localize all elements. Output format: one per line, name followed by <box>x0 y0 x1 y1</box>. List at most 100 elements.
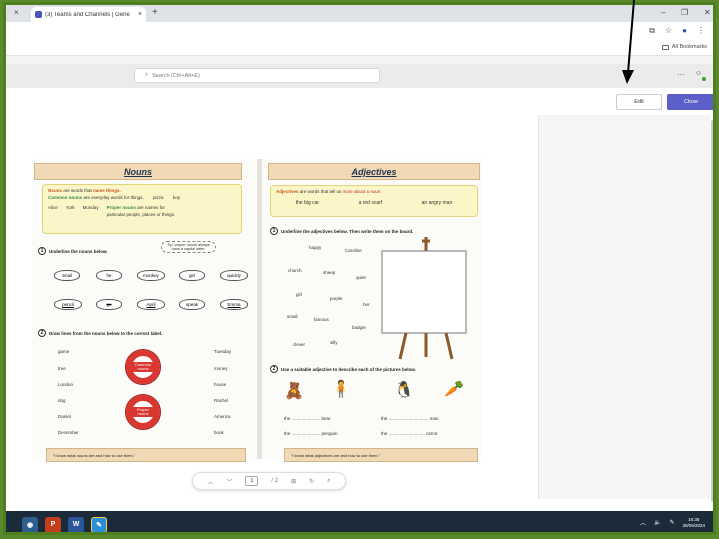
left-word: Daniel <box>58 414 71 419</box>
search-icon: ⌕ <box>145 72 149 78</box>
adjective-word: church <box>288 268 302 273</box>
page-number-input[interactable]: 1 <box>245 476 259 486</box>
noun-bubble: Snail <box>54 270 80 281</box>
teams-favicon-icon <box>35 11 42 18</box>
nouns-footer: "I know what nouns are and how to use th… <box>46 448 246 462</box>
proper-example-1: Alice <box>48 205 58 211</box>
menu-kebab-icon[interactable]: ⋮ <box>697 26 705 36</box>
nouns-tip: Tip: proper nouns always have a capital … <box>161 241 216 253</box>
pen-icon[interactable]: ✎ <box>669 519 674 526</box>
cast-icon[interactable]: ⧉ <box>649 26 655 36</box>
adjective-word: famous <box>314 317 329 322</box>
adj-answer-line: the ....................... bear <box>284 416 331 421</box>
noun-bubble: speak <box>179 299 205 310</box>
noun-bubble: go <box>96 299 122 310</box>
adjective-word: Caroline <box>345 248 362 253</box>
right-word: Tuesday <box>214 349 232 354</box>
adjective-word: badger <box>352 325 367 330</box>
right-word: house <box>214 382 227 387</box>
maximize-button[interactable]: ❐ <box>681 8 688 17</box>
teams-header: ⌕ Search (Ctrl+Alt+E) ··· ☺ <box>6 64 713 88</box>
tab-close-icon[interactable]: × <box>138 11 142 18</box>
browser-tab-teams[interactable]: (3) Teams and Channels | Gene × <box>31 7 146 22</box>
zoom-icon[interactable]: ⌕ <box>327 478 330 485</box>
all-bookmarks-label: All Bookmarks <box>671 44 707 50</box>
common-nouns-lifebuoy: Common nouns <box>125 349 161 385</box>
adjective-word: her <box>363 302 370 307</box>
adj-answer-line: the ............................. carrot <box>381 431 438 436</box>
chrome-app-icon[interactable]: ◉ <box>22 516 38 532</box>
adj-answer-line: the ................................ man <box>381 416 439 421</box>
q1-number: 1 <box>38 247 46 255</box>
noun-bubble: Emma <box>220 299 248 310</box>
nouns-q2: 2 Draw lines from the nouns below to the… <box>38 329 162 337</box>
ring-label: Common nouns <box>132 361 154 373</box>
adjective-word: girl <box>296 292 303 297</box>
q2-number: 2 <box>38 329 46 337</box>
edit-button[interactable]: Edit <box>616 94 662 110</box>
tab-search-icon[interactable]: × <box>14 8 19 17</box>
common-nouns-text: are everyday words for things. <box>82 194 144 200</box>
bookmark-star-icon[interactable]: ☆ <box>665 26 672 36</box>
nouns-def-text: are words that <box>62 188 94 193</box>
search-input[interactable]: ⌕ Search (Ctrl+Alt+E) <box>134 68 380 83</box>
ring-label: Proper nouns <box>132 406 154 418</box>
noun-bubble: girl <box>179 270 205 281</box>
powerpoint-app-icon[interactable]: P <box>45 516 61 532</box>
bear-picture-icon: 🧸 <box>284 383 304 400</box>
noun-bubble: quickly <box>220 270 248 281</box>
rotate-icon[interactable]: ↻ <box>309 478 314 485</box>
adjective-word: clever <box>293 342 306 347</box>
tray-chevron-icon[interactable]: ︿ <box>640 518 646 527</box>
all-bookmarks-button[interactable]: All Bookmarks <box>661 44 707 50</box>
browser-tab-strip: × (3) Teams and Channels | Gene × + – ❐ … <box>6 5 713 22</box>
system-tray: ︿ 🔈 ✎ 16:36 30/09/2024 <box>640 517 705 529</box>
nouns-def-term: Nouns <box>48 188 62 193</box>
common-nouns-term: Common nouns <box>48 194 83 200</box>
window-close-button[interactable]: ✕ <box>704 8 711 17</box>
speaker-icon[interactable]: 🔈 <box>654 519 661 526</box>
adjectives-q2: 2 Use a suitable adjective to describe e… <box>270 365 416 373</box>
windows-taskbar: ◉ P W ✎ ︿ 🔈 ✎ 16:36 30/09/2024 <box>6 511 713 532</box>
fit-page-icon[interactable]: ⊞ <box>291 478 296 485</box>
adjectives-def-text: are words that tell us <box>298 189 343 194</box>
q2-text: Draw lines from the nouns below to the c… <box>49 330 163 336</box>
page-down-icon[interactable]: ﹀ <box>226 477 232 486</box>
clock[interactable]: 16:36 30/09/2024 <box>682 517 705 529</box>
q1-number: 1 <box>270 227 278 235</box>
page-up-icon[interactable]: ︿ <box>207 477 213 486</box>
adj-answer-line: the ....................... penguin <box>284 431 338 436</box>
nouns-title: Nouns <box>34 163 242 180</box>
proper-nouns-lifebuoy: Proper nouns <box>125 394 161 430</box>
left-word: dog <box>58 398 66 403</box>
noun-bubble: pencil <box>54 299 82 310</box>
adjectives-footer: "I know what adjectives are and how to u… <box>284 448 478 462</box>
scrollbar[interactable] <box>711 120 713 502</box>
profile-icon[interactable]: ● <box>682 26 687 36</box>
adjective-example-1: the big car <box>295 199 320 206</box>
adjective-word: purple <box>330 296 343 301</box>
more-options-icon[interactable]: ··· <box>677 70 685 79</box>
right-word: money <box>214 366 228 371</box>
page-total: / 2 <box>271 478 279 484</box>
bookmarks-bar: All Bookmarks <box>6 41 713 56</box>
common-example-1: pizza <box>153 194 164 200</box>
carrot-picture-icon: 🥕 <box>444 381 464 398</box>
word-app-icon[interactable]: W <box>68 516 84 532</box>
tab-title: (3) Teams and Channels | Gene <box>45 11 130 18</box>
folder-icon <box>661 44 669 50</box>
adjectives-def-term: Adjectives <box>276 189 299 194</box>
presence-avatar-icon[interactable]: ☺ <box>695 70 706 81</box>
left-word: London <box>58 382 74 387</box>
left-word: December <box>58 430 79 435</box>
minimize-button[interactable]: – <box>661 8 665 17</box>
new-tab-button[interactable]: + <box>152 7 158 18</box>
noun-bubble: he <box>96 270 122 281</box>
browser-address-row: ⧉ ☆ ● ⋮ <box>6 22 713 41</box>
adjective-word: quiet <box>356 275 366 280</box>
man-picture-icon: 🧍 <box>331 381 351 398</box>
notes-app-icon[interactable]: ✎ <box>91 516 107 532</box>
close-button[interactable]: Close <box>667 94 713 110</box>
proper-nouns-term: Proper nouns <box>106 205 136 211</box>
adjective-word: happy <box>309 245 322 250</box>
